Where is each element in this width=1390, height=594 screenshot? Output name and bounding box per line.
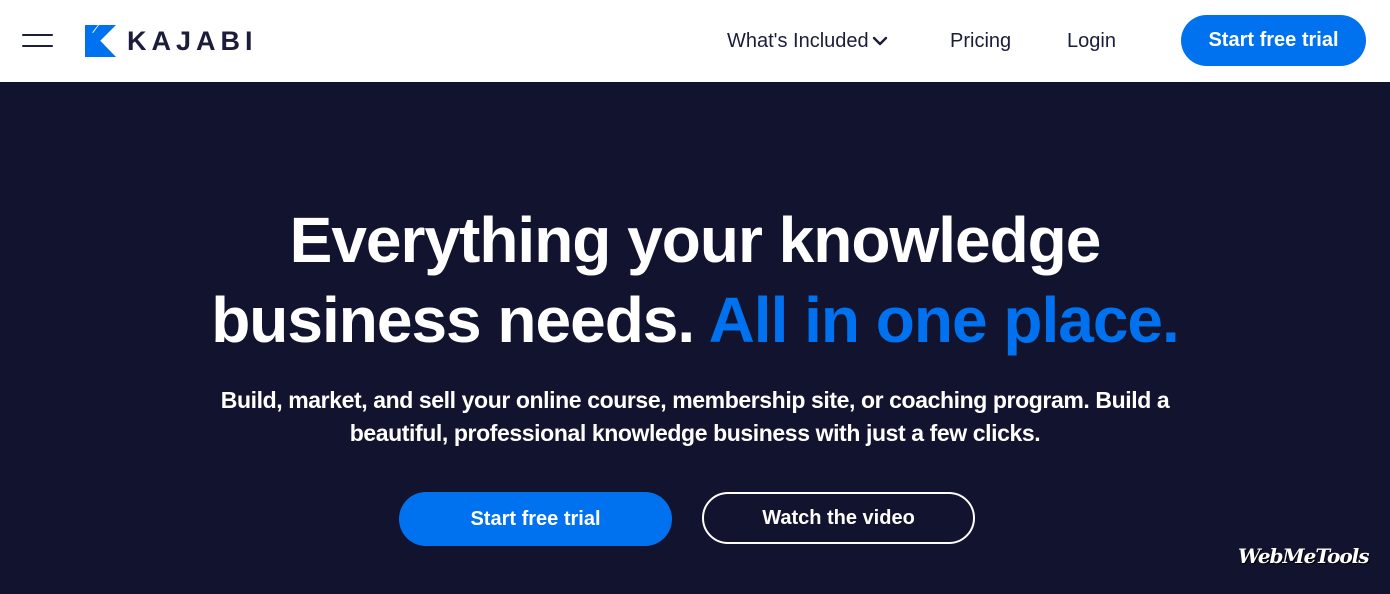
header-start-free-trial-button[interactable]: Start free trial — [1181, 15, 1366, 66]
watch-video-button[interactable]: Watch the video — [702, 492, 975, 544]
hero-subtitle-line1: Build, market, and sell your online cour… — [220, 387, 1170, 413]
hero-title-accent: All in one place. — [708, 284, 1180, 356]
hamburger-menu-icon[interactable] — [22, 32, 53, 48]
nav-login[interactable]: Login — [1067, 27, 1116, 55]
hamburger-line-top — [22, 34, 53, 36]
hero-subtitle-line2: beautiful, professional knowledge busine… — [349, 420, 1041, 446]
kajabi-logo[interactable]: KAJABI — [85, 24, 258, 58]
hamburger-line-bottom — [22, 45, 53, 47]
hero-title-line2: business needs. — [211, 284, 695, 356]
logo-wordmark: KAJABI — [127, 26, 258, 56]
watermark: WebMeTools — [1238, 544, 1370, 568]
hero-title-line1: Everything your knowledge — [289, 204, 1102, 276]
nav-pricing[interactable]: Pricing — [950, 27, 1011, 55]
hero-section: Everything your knowledge business needs… — [0, 82, 1390, 594]
hero-subtitle: Build, market, and sell your online cour… — [195, 384, 1195, 450]
hero-title: Everything your knowledge business needs… — [0, 200, 1390, 360]
hero-start-free-trial-button[interactable]: Start free trial — [399, 492, 672, 546]
top-navbar: KAJABI What's Included Pricing Login Sta… — [0, 0, 1390, 82]
chevron-down-icon — [872, 36, 887, 46]
nav-whats-included[interactable]: What's Included — [727, 27, 888, 55]
kajabi-k-icon — [85, 25, 116, 57]
nav-whats-included-label: What's Included — [727, 30, 869, 52]
